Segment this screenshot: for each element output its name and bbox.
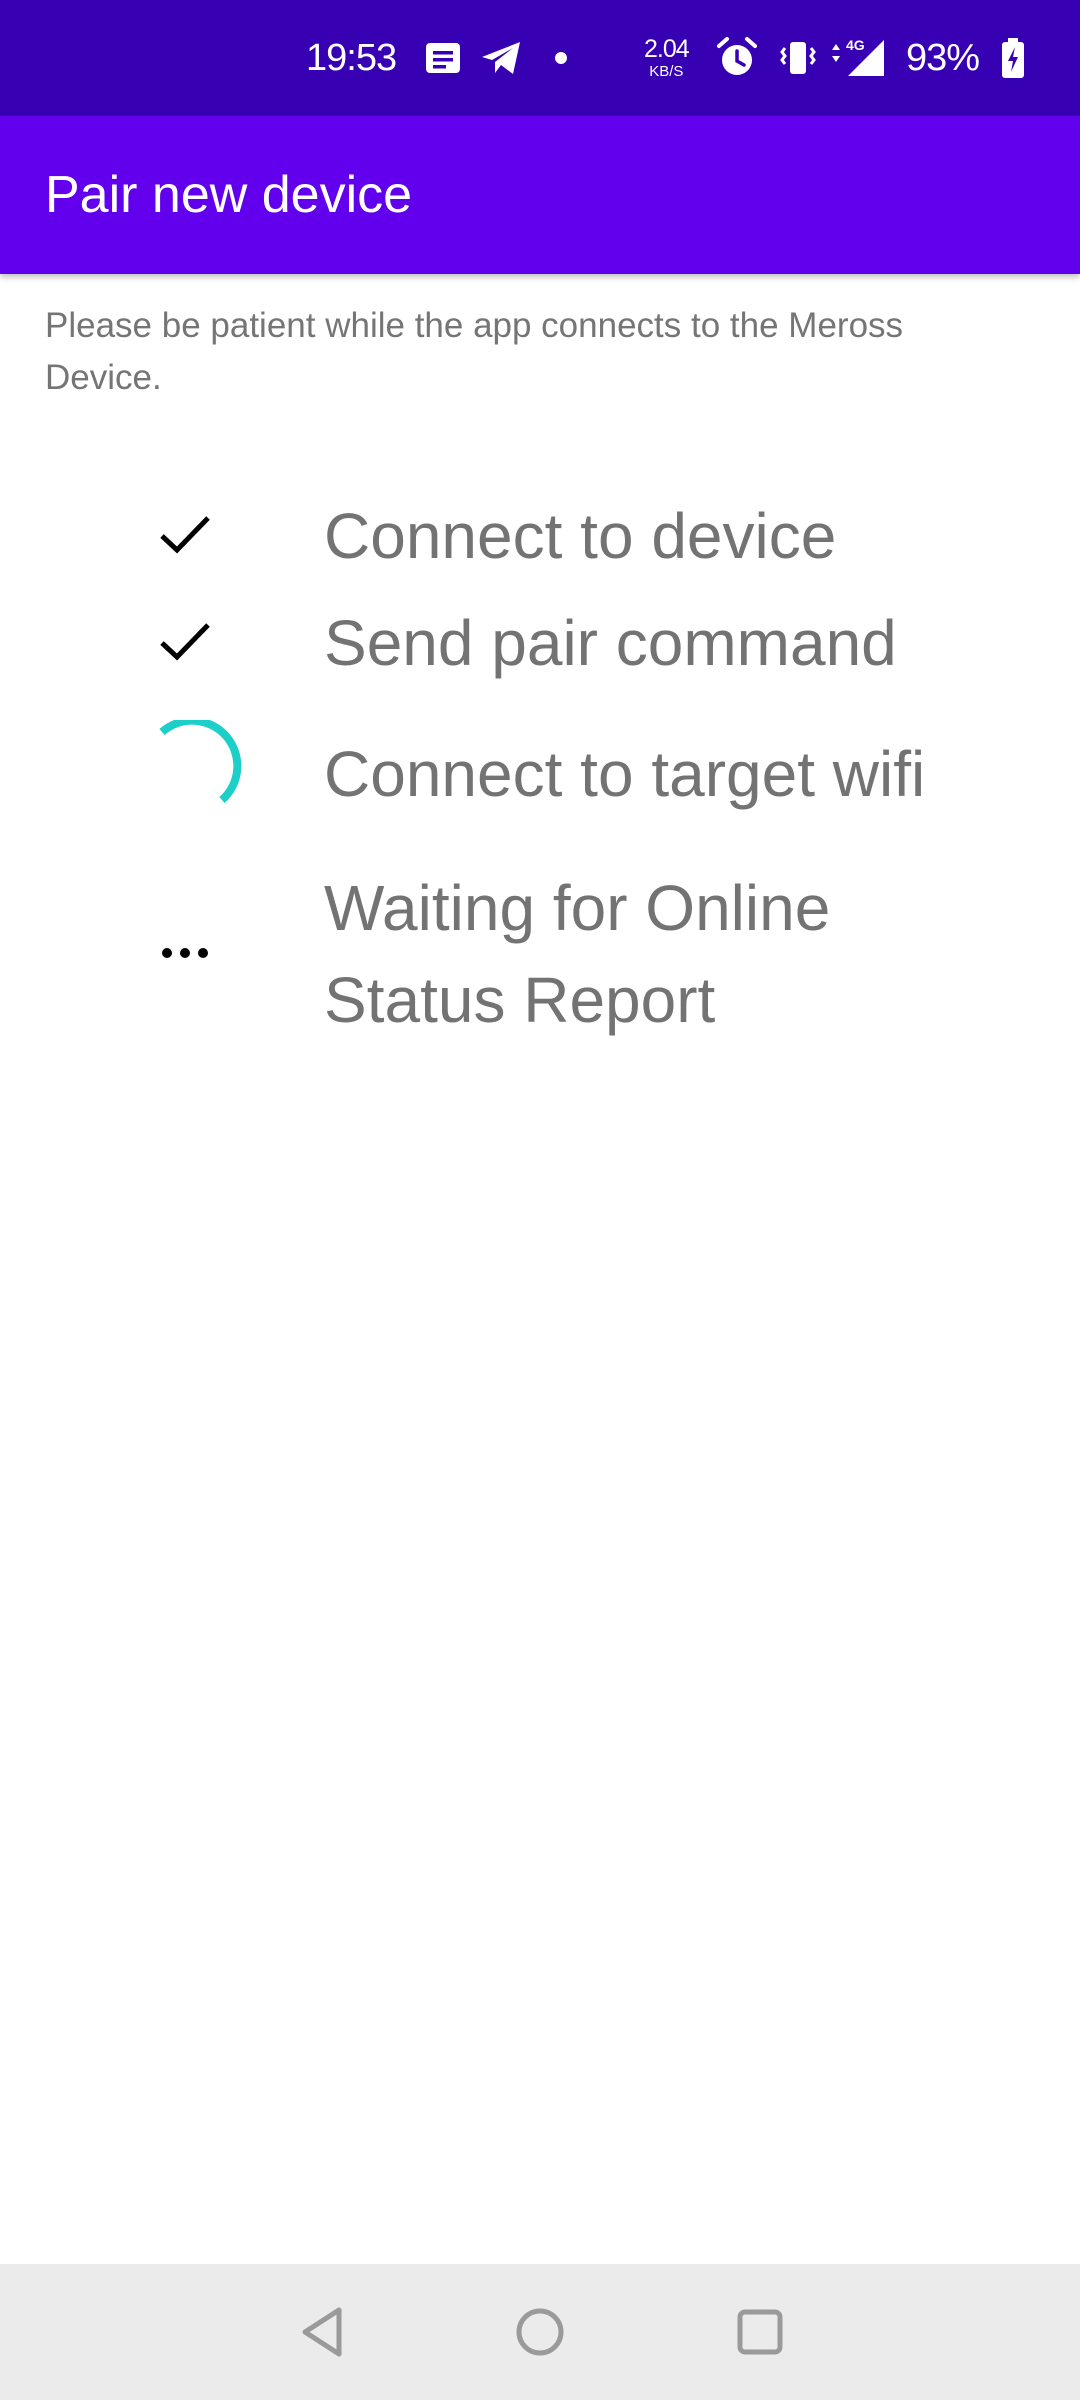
- checkmark-icon: [150, 500, 220, 570]
- status-time: 19:53: [306, 36, 397, 79]
- page-title: Pair new device: [45, 166, 413, 224]
- checkmark-icon: [150, 607, 220, 677]
- signal-4g-icon: 4G: [828, 0, 888, 116]
- back-icon[interactable]: [284, 2294, 360, 2370]
- spinner-icon: [142, 720, 242, 820]
- recents-icon[interactable]: [722, 2294, 798, 2370]
- network-speed-unit: KB/S: [649, 63, 684, 80]
- network-speed: 2.04 KB/S: [644, 0, 690, 116]
- navigation-bar: [0, 2264, 1080, 2400]
- vibrate-icon: [778, 0, 818, 116]
- network-speed-value: 2.04: [644, 35, 690, 63]
- step-label: Connect to target wifi: [324, 738, 926, 810]
- battery-percent: 93%: [906, 36, 980, 79]
- home-icon[interactable]: [502, 2294, 578, 2370]
- step-label: Send pair command: [324, 607, 897, 679]
- step-label: Waiting for Online Status Report: [324, 872, 831, 1036]
- alarm-icon: [715, 0, 759, 116]
- status-bar: 19:53 2.04 KB/S 4G 93%: [0, 0, 1080, 116]
- battery-charging-icon: [1000, 0, 1026, 116]
- svg-text:4G: 4G: [846, 37, 865, 53]
- ellipsis-icon: [150, 918, 220, 988]
- instruction-text: Please be patient while the app connects…: [45, 306, 904, 397]
- dot-icon: [554, 0, 568, 116]
- step-label: Connect to device: [324, 500, 837, 572]
- app-bar: Pair new device: [0, 116, 1080, 274]
- telegram-icon: [480, 0, 522, 116]
- message-icon: [424, 0, 462, 116]
